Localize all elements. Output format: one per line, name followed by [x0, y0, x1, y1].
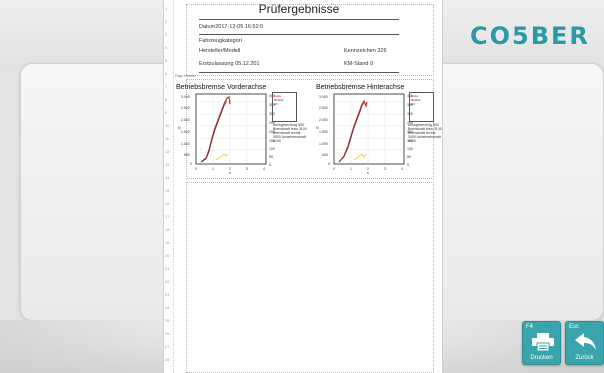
ytick: 2.000: [181, 118, 190, 122]
ruler-number: 14: [165, 175, 170, 180]
xtick: 4: [401, 167, 403, 171]
ruler-number: 5: [165, 58, 168, 63]
y2tick: 50: [269, 155, 273, 159]
ruler-number: 4: [165, 45, 168, 50]
y2tick: 100: [269, 147, 275, 151]
ruler-number: 23: [165, 292, 170, 297]
page-footer-band: [186, 182, 434, 373]
ruler-number: 18: [165, 227, 170, 232]
ruler-number: 1: [165, 6, 168, 11]
ytick: 1.500: [319, 130, 328, 134]
ytick: 2.000: [319, 118, 328, 122]
y2tick: 0: [407, 163, 409, 167]
printer-icon: [532, 333, 554, 351]
ruler-number: 2: [165, 19, 168, 24]
series-kn: [353, 153, 367, 161]
y2tick: 0: [269, 163, 271, 167]
ruler-number: 24: [165, 305, 170, 310]
xtick: 4: [263, 167, 265, 171]
y2tick: 100: [407, 147, 413, 151]
vertical-ruler: 1 2 3 4 5 6 7 8 9 10 11 12 13 14 15 16 17 18 19 20 21 22 23 24 2…: [164, 0, 174, 373]
ruler-number: 17: [165, 214, 170, 219]
ytick: 2.500: [181, 106, 190, 110]
back-shortcut: Esc: [569, 324, 580, 330]
back-button[interactable]: Esc Zurück: [565, 321, 604, 365]
ruler-number: 22: [165, 279, 170, 284]
x-unit: s: [367, 171, 369, 174]
notes-hinterachse: Achsgewicht:kg 800 Bremskraft links 3100…: [408, 123, 442, 143]
ruler-number: 12: [165, 149, 170, 154]
ruler-number: 11: [165, 136, 170, 141]
ruler-number: 6: [165, 71, 168, 76]
xtick: 1: [212, 167, 214, 171]
xtick: 1: [350, 167, 352, 171]
legend-kn: kN: [411, 102, 415, 106]
y2tick: 50: [407, 155, 411, 159]
ruler-number: 8: [165, 97, 168, 102]
print-label: Drucken: [530, 355, 553, 361]
title-underline: [199, 19, 399, 20]
print-preview-page[interactable]: 1 2 3 4 5 6 7 8 9 10 11 12 13 14 15 16 17 18 19 20 21 22 23 24 2…: [163, 0, 443, 373]
ytick: 1.000: [181, 142, 190, 146]
xtick: 0: [195, 167, 197, 171]
logo-text: CO5BER: [470, 22, 590, 50]
page-header-label: Page Header: [175, 74, 196, 78]
notes-vorderachse: Achsgewicht:kg 800 Bremskraft links 3100…: [273, 123, 307, 143]
ruler-number: 13: [165, 162, 170, 167]
ruler-number: 20: [165, 253, 170, 258]
xtick: 3: [246, 167, 248, 171]
ruler-number: 19: [165, 240, 170, 245]
ruler-number: 27: [165, 344, 170, 349]
ruler-number: 15: [165, 188, 170, 193]
field-km-stand: KM-Stand 0: [344, 61, 374, 67]
ytick: 0: [328, 162, 330, 166]
ruler-number: 7: [165, 84, 168, 89]
ytick: 1.500: [181, 130, 190, 134]
field-datum: Datum2017-12-05 16:52:0: [199, 24, 264, 30]
back-label: Zurück: [575, 355, 594, 361]
legend-hinterachse: Links Rechts kN: [409, 92, 434, 122]
ruler-number: 21: [165, 266, 170, 271]
field-fahrzeugkategorie: Fahrzeugkategori: [199, 38, 242, 44]
divider-1: [199, 34, 399, 35]
cosber-logo: CO5BER: [470, 22, 590, 50]
ytick: 1.000: [319, 142, 328, 146]
ruler-number: 16: [165, 201, 170, 206]
print-button[interactable]: F4 Drucken: [522, 321, 561, 365]
legend-vorderachse: Links Rechts kN: [272, 92, 297, 122]
chart-title-hinterachse: Betriebsbremse Hinterachse: [316, 84, 405, 91]
ytick: 500: [322, 153, 328, 157]
field-erstzulassung: Erstzulassung 05.12.201: [199, 61, 260, 67]
ytick: 2.500: [319, 106, 328, 110]
ruler-number: 10: [165, 123, 170, 128]
ytick: 0: [190, 162, 192, 166]
legend-kn: kN: [274, 102, 278, 106]
field-kennzeichen: Kennzeichen 326: [344, 48, 387, 54]
ytick: 3.000: [319, 95, 328, 99]
ytick: 500: [184, 153, 190, 157]
chart-title-vorderachse: Betriebsbremse Vorderachse: [176, 84, 267, 91]
xtick: 0: [333, 167, 335, 171]
print-shortcut: F4: [526, 324, 534, 330]
report-title: Prüfergebnisse: [258, 2, 340, 16]
ruler-number: 26: [165, 331, 170, 336]
ruler-number: 25: [165, 318, 170, 323]
ytick: 3.000: [181, 95, 190, 99]
x-unit: s: [229, 171, 231, 174]
xtick: 3: [384, 167, 386, 171]
ruler-number: 28: [165, 357, 170, 362]
series-kn: [215, 153, 229, 161]
divider-2: [199, 72, 399, 73]
ruler-number: 3: [165, 32, 168, 37]
field-hersteller-modell: Hersteller/Modell: [199, 48, 241, 54]
back-arrow-icon: [575, 333, 596, 350]
ruler-number: 9: [165, 110, 168, 115]
